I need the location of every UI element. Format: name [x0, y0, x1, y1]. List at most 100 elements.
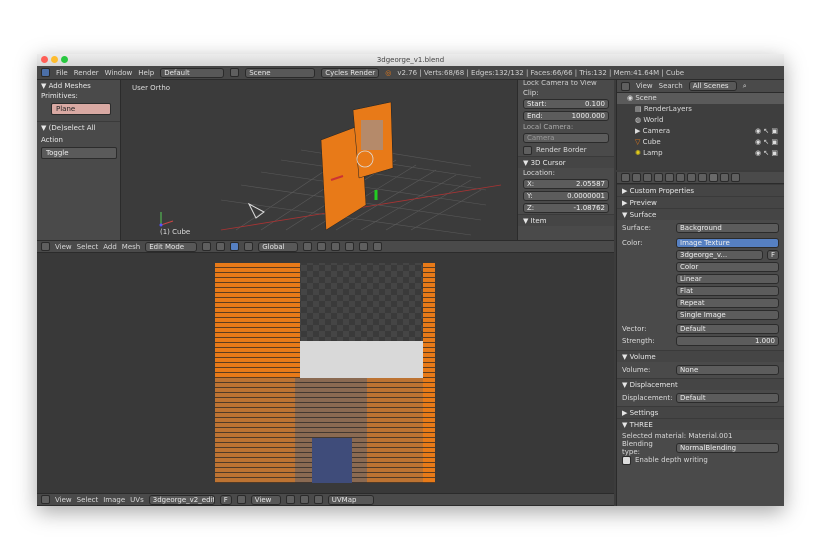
editor-type-icon[interactable]	[41, 68, 50, 77]
3d-menu-view[interactable]: View	[55, 243, 72, 251]
3d-menu-add[interactable]: Add	[103, 243, 117, 251]
minimize-window-button[interactable]	[51, 56, 58, 63]
outliner-view-menu[interactable]: View	[636, 82, 653, 90]
custom-properties-header[interactable]: ▶ Custom Properties	[617, 184, 784, 196]
render-border-checkbox[interactable]	[523, 145, 532, 155]
volume-header[interactable]: ▼ Volume	[617, 350, 784, 362]
uv-menu-image[interactable]: Image	[103, 496, 125, 504]
uv-sync-icon[interactable]	[299, 495, 309, 504]
menu-help[interactable]: Help	[138, 69, 154, 77]
menu-file[interactable]: File	[56, 69, 68, 77]
interpolation-select[interactable]: Linear	[676, 274, 779, 284]
vertex-select-icon[interactable]	[317, 242, 327, 251]
cursor-x-value[interactable]: 2.05587	[576, 180, 605, 188]
translate-icon[interactable]	[244, 242, 254, 251]
cursor-z-row[interactable]: Z: -1.08762	[518, 202, 614, 214]
render-tab-icon[interactable]	[621, 173, 630, 182]
colorspace-select[interactable]: Color	[676, 262, 779, 272]
outliner-filter-select[interactable]: All Scenes	[688, 81, 737, 91]
lock-camera-label[interactable]: Lock Camera to View	[518, 80, 614, 88]
cursor-x-row[interactable]: X: 2.05587	[518, 178, 614, 190]
displacement-header[interactable]: ▼ Displacement	[617, 378, 784, 390]
uv-image-editor[interactable]	[37, 253, 614, 493]
plane-button[interactable]: Plane	[51, 103, 111, 115]
render-engine-select[interactable]: Cycles Render	[321, 67, 380, 78]
layout-add-icon[interactable]	[230, 68, 240, 77]
clip-end-value[interactable]: 1000.000	[572, 112, 605, 120]
three-header[interactable]: ▼ THREE	[617, 418, 784, 430]
outliner-item-scene[interactable]: ◉ Scene	[617, 93, 784, 104]
uv-menu-view[interactable]: View	[55, 496, 72, 504]
outliner-type-icon[interactable]	[621, 81, 630, 91]
layers-tab-icon[interactable]	[632, 173, 641, 182]
outliner-item-cube[interactable]: ▽ Cube ◉ ↖ ▣	[617, 137, 784, 148]
close-window-button[interactable]	[41, 56, 48, 63]
render-icon[interactable]	[373, 242, 383, 251]
local-camera-field[interactable]: Camera	[523, 133, 609, 143]
uv-fake-user-button[interactable]: F	[219, 494, 232, 505]
data-tab-icon[interactable]	[698, 173, 707, 182]
object-tab-icon[interactable]	[665, 173, 674, 182]
preview-header[interactable]: ▶ Preview	[617, 196, 784, 208]
layer-icon[interactable]	[303, 242, 313, 251]
image-fake-user-button[interactable]: F	[766, 250, 779, 260]
manipulator-icon[interactable]	[230, 242, 240, 251]
cube-visibility-eye-icon[interactable]: ◉ ↖ ▣	[755, 137, 784, 148]
extension-select[interactable]: Repeat	[676, 298, 779, 308]
constraints-tab-icon[interactable]	[676, 173, 685, 182]
modifiers-tab-icon[interactable]	[687, 173, 696, 182]
clip-start-value[interactable]: 0.100	[585, 100, 605, 108]
uv-menu-select[interactable]: Select	[77, 496, 99, 504]
3d-editor-type-icon[interactable]	[41, 242, 50, 251]
uv-editor-type-icon[interactable]	[41, 495, 50, 504]
orientation-select[interactable]: Global	[258, 241, 299, 252]
maximize-window-button[interactable]	[61, 56, 68, 63]
uv-snap-icon[interactable]	[313, 495, 323, 504]
settings-header[interactable]: ▶ Settings	[617, 406, 784, 418]
world-tab-icon[interactable]	[654, 173, 663, 182]
3d-menu-mesh[interactable]: Mesh	[122, 243, 140, 251]
clip-start-row[interactable]: Start: 0.100	[518, 98, 614, 110]
surface-header[interactable]: ▼ Surface	[617, 208, 784, 220]
outliner-item-world[interactable]: ◍ World	[617, 115, 784, 126]
mode-select[interactable]: Edit Mode	[145, 241, 198, 252]
add-meshes-header[interactable]: ▼ Add Meshes	[37, 80, 120, 92]
3d-cursor-header[interactable]: ▼ 3D Cursor	[518, 156, 614, 168]
depth-write-checkbox[interactable]	[622, 455, 631, 465]
pivot-icon[interactable]	[216, 242, 226, 251]
uv-view-select[interactable]: View	[250, 494, 281, 505]
shading-icon[interactable]	[202, 242, 212, 251]
deselect-all-header[interactable]: ▼ (De)select All	[37, 121, 120, 134]
scene-tab-icon[interactable]	[643, 173, 652, 182]
blending-select[interactable]: NormalBlending	[676, 443, 779, 453]
strength-field[interactable]: 1.000	[676, 336, 779, 346]
visibility-eye-icon[interactable]: ◉ ↖ ▣	[755, 126, 784, 137]
uv-pivot-icon[interactable]	[285, 495, 295, 504]
outliner-search-menu[interactable]: Search	[659, 82, 683, 90]
particles-tab-icon[interactable]	[731, 173, 740, 182]
uvmap-select[interactable]: UVMap	[327, 494, 374, 505]
outliner-item-renderlayers[interactable]: ▤ RenderLayers	[617, 104, 784, 115]
surface-select[interactable]: Background	[676, 223, 779, 233]
uv-new-image-icon[interactable]	[236, 495, 246, 504]
projection-select[interactable]: Flat	[676, 286, 779, 296]
volume-select[interactable]: None	[676, 365, 779, 375]
image-texture-select[interactable]: 3dgeorge_v...	[676, 250, 763, 260]
edge-select-icon[interactable]	[331, 242, 341, 251]
local-camera-row[interactable]: Camera	[518, 132, 614, 144]
texture-tab-icon[interactable]	[720, 173, 729, 182]
material-tab-icon[interactable]	[709, 173, 718, 182]
displacement-select[interactable]: Default	[676, 393, 779, 403]
layout-select[interactable]: Default	[160, 67, 225, 78]
3d-viewport[interactable]: User Ortho (1) Cube	[121, 80, 517, 240]
lamp-visibility-eye-icon[interactable]: ◉ ↖ ▣	[755, 148, 784, 159]
search-icon[interactable]: ⌕	[743, 82, 747, 91]
menu-render[interactable]: Render	[74, 69, 99, 77]
face-select-icon[interactable]	[345, 242, 355, 251]
action-toggle-select[interactable]: Toggle	[41, 147, 117, 159]
render-border-row[interactable]: Render Border	[518, 144, 614, 156]
item-header[interactable]: ▼ Item	[518, 214, 614, 226]
menu-window[interactable]: Window	[105, 69, 133, 77]
cursor-z-value[interactable]: -1.08762	[574, 204, 605, 212]
source-select[interactable]: Single Image	[676, 310, 779, 320]
